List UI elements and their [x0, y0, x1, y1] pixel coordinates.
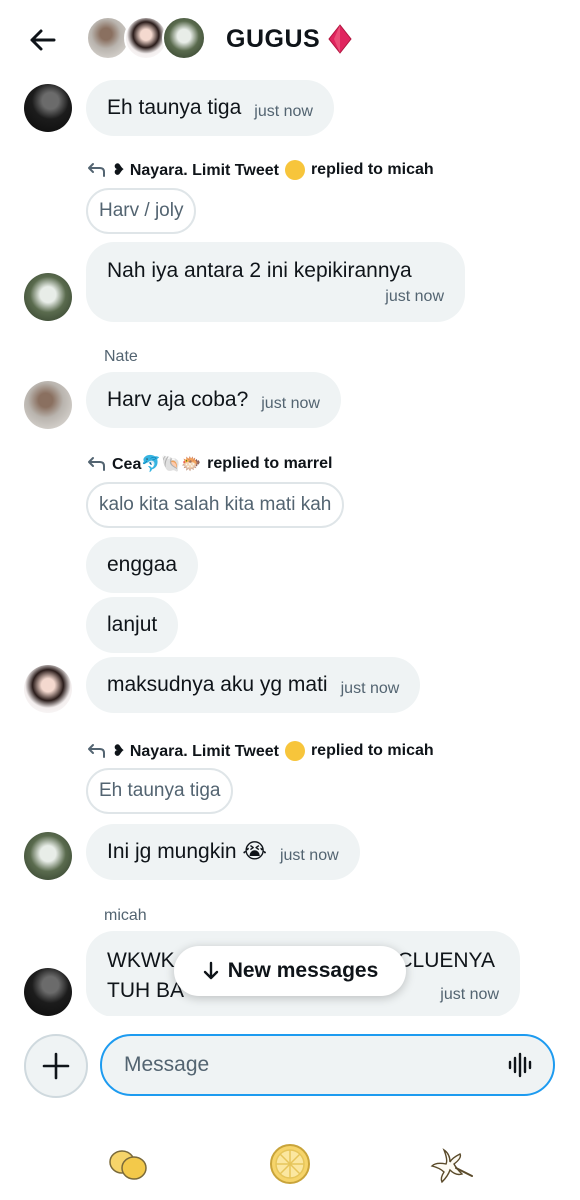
back-button[interactable] — [22, 22, 62, 58]
message-text: enggaa — [107, 553, 178, 576]
group-avatar-3 — [162, 16, 206, 60]
reply-author: Cea🐬🐚🐡 — [112, 456, 202, 473]
quoted-message[interactable]: Harv / joly — [86, 188, 197, 234]
arrow-down-icon — [203, 961, 218, 980]
avatar[interactable] — [24, 84, 72, 132]
message-input[interactable] — [124, 1050, 494, 1080]
new-messages-button[interactable]: New messages — [174, 946, 406, 996]
avatar[interactable] — [24, 968, 72, 1016]
sender-name: Nate — [104, 348, 138, 365]
message-text-end: CLUENYA — [397, 949, 495, 972]
quoted-message[interactable]: Eh taunya tiga — [86, 768, 234, 814]
message-timestamp: just now — [261, 395, 320, 412]
avatar[interactable] — [24, 273, 72, 321]
message-text: Ini jg mungkin 😭 — [107, 840, 267, 863]
quoted-message[interactable]: kalo kita salah kita mati kah — [86, 482, 345, 528]
flower-icon — [430, 1148, 473, 1184]
reply-author: ❥ Nayara. Limit Tweet — [112, 162, 279, 179]
message-bubble[interactable]: lanjut — [86, 597, 179, 653]
lemons-icon — [109, 1150, 147, 1180]
message-text-line2: TUH BA — [107, 979, 185, 1002]
reply-target: replied to micah — [310, 742, 434, 759]
avatar[interactable] — [24, 381, 72, 429]
message-bubble[interactable]: Harv aja coba? just now — [86, 372, 341, 428]
bottom-navigation — [0, 1116, 580, 1200]
add-attachment-button[interactable] — [24, 1034, 88, 1098]
reply-context: Cea🐬🐚🐡 replied to marrel — [86, 454, 333, 474]
message-text-start: WKWK — [107, 949, 175, 972]
reply-context: ❥ Nayara. Limit Tweet replied to micah — [86, 741, 434, 761]
message-timestamp: just now — [385, 288, 444, 305]
message-timestamp: just now — [279, 847, 339, 864]
page-title: GUGUS — [226, 24, 321, 53]
conversation-title[interactable]: GUGUS — [226, 24, 352, 54]
worried-face-icon — [284, 160, 305, 180]
message-text: maksudnya aku yg mati — [107, 673, 328, 696]
new-messages-label: New messages — [227, 959, 379, 982]
message-timestamp: just now — [340, 680, 400, 697]
worried-face-icon — [284, 741, 305, 761]
reply-author: ❥ Nayara. Limit Tweet — [112, 743, 279, 760]
message-text: Harv aja coba? — [107, 388, 249, 411]
arrow-left-icon — [30, 29, 56, 51]
reply-arrow-icon — [88, 457, 105, 471]
nav-item-lemons[interactable] — [104, 1140, 152, 1188]
message-timestamp: just now — [254, 103, 313, 120]
message-bubble[interactable]: Ini jg mungkin 😭 just now — [86, 824, 360, 880]
message-bubble[interactable]: maksudnya aku yg mati just now — [86, 657, 421, 713]
lemon-slice-icon — [270, 1144, 310, 1184]
avatar[interactable] — [24, 832, 72, 880]
sender-name: micah — [104, 907, 147, 924]
message-timestamp: just now — [440, 986, 499, 1003]
message-input-container[interactable] — [100, 1034, 555, 1096]
red-diamond-icon — [328, 24, 352, 54]
message-bubble[interactable]: enggaa — [86, 537, 199, 593]
reply-context: ❥ Nayara. Limit Tweet replied to micah — [86, 160, 434, 180]
plus-icon — [42, 1052, 70, 1080]
voice-wave-icon[interactable] — [507, 1052, 533, 1078]
reply-arrow-icon — [88, 163, 105, 177]
avatar[interactable] — [24, 665, 72, 713]
composer — [0, 1016, 580, 1116]
reply-target: replied to micah — [310, 161, 434, 178]
message-bubble[interactable]: Eh taunya tiga just now — [86, 80, 334, 136]
message-text: Eh taunya tiga — [107, 96, 242, 119]
nav-item-lemon-slice[interactable] — [266, 1140, 314, 1188]
message-text: Nah iya antara 2 ini kepikirannya — [107, 259, 412, 282]
message-bubble[interactable]: Nah iya antara 2 ini kepikirannya just n… — [86, 242, 465, 322]
nav-item-flower[interactable] — [426, 1140, 474, 1188]
reply-target: replied to marrel — [207, 455, 333, 472]
group-avatars[interactable] — [86, 16, 208, 62]
reply-arrow-icon — [88, 744, 105, 758]
message-text: lanjut — [107, 613, 158, 636]
chat-header: GUGUS — [0, 0, 580, 80]
